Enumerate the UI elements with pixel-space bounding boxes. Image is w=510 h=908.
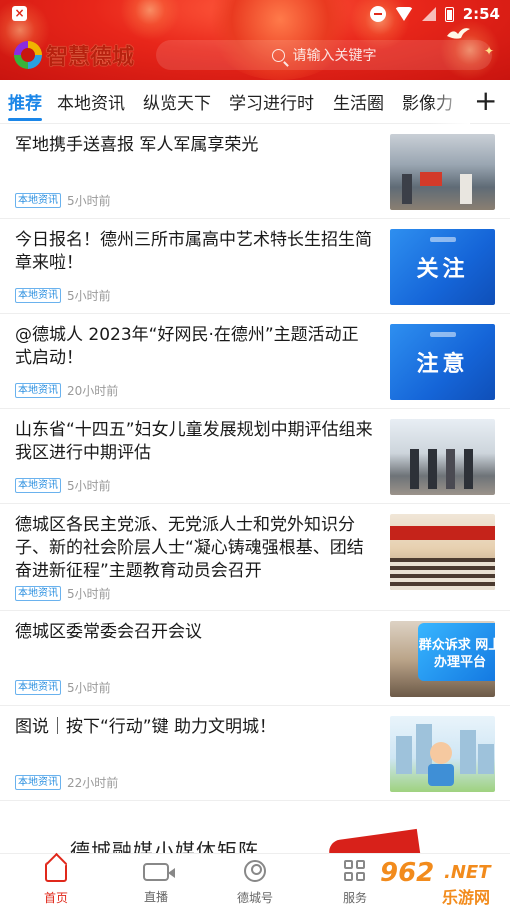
search-icon — [271, 48, 285, 62]
news-meta: 本地资讯 5小时前 — [15, 192, 111, 209]
news-title: 军地携手送喜报 军人军属享荣光 — [15, 135, 259, 155]
tab-world-view[interactable]: 纵览天下 — [143, 89, 211, 114]
nav-label: 首页 — [43, 891, 68, 905]
news-item[interactable]: 今日报名！德州三所市属高中艺术特长生招生简章来啦！ 本地资讯 5小时前 关注 — [0, 219, 510, 314]
category-tag: 本地资讯 — [15, 288, 61, 303]
category-tag: 本地资讯 — [15, 478, 61, 493]
news-thumbnail: 注意 — [390, 324, 495, 400]
ad-graphic — [327, 828, 423, 853]
news-title: 图说｜按下“行动”键 助力文明城！ — [15, 717, 277, 737]
nav-label: 直播 — [143, 890, 168, 904]
ad-banner[interactable]: 德城融媒小媒体矩阵 — [0, 805, 510, 853]
news-thumbnail — [390, 514, 495, 590]
category-tag: 本地资讯 — [15, 383, 61, 398]
news-thumbnail: 群众诉求 网上办理平台 — [390, 621, 495, 697]
category-tag: 本地资讯 — [15, 775, 61, 790]
news-item[interactable]: 德城区委常委会召开会议 本地资讯 5小时前 群众诉求 网上办理平台 — [0, 611, 510, 706]
publish-time: 5小时前 — [67, 194, 111, 208]
watermark-net: .NET — [444, 862, 491, 883]
publish-time: 5小时前 — [67, 681, 111, 695]
active-tab-indicator — [8, 118, 42, 121]
nav-account[interactable]: 德城号 — [215, 860, 295, 906]
news-meta: 本地资讯 5小时前 — [15, 679, 111, 696]
grid-icon — [344, 860, 366, 882]
status-bar: × 2:54 — [0, 0, 510, 28]
status-clock: 2:54 — [462, 5, 500, 23]
news-meta: 本地资讯 5小时前 — [15, 585, 111, 602]
thumbnail-text: 关注 — [416, 257, 469, 282]
news-meta: 本地资讯 5小时前 — [15, 287, 111, 304]
thumbnail-badge: 群众诉求 网上办理平台 — [418, 623, 495, 681]
app-logo[interactable]: 智慧德城 — [14, 38, 134, 72]
add-channel-button[interactable]: + — [474, 84, 497, 118]
dove-icon — [447, 28, 470, 39]
news-thumbnail: 关注 — [390, 229, 495, 305]
video-icon — [143, 863, 175, 881]
news-item[interactable]: @德城人 2023年“好网民·在德州”主题活动正式启动！ 本地资讯 20小时前 … — [0, 314, 510, 409]
logo-mark-icon — [14, 41, 42, 69]
star-icon: ✦ — [484, 44, 495, 58]
site-watermark: 962 .NET 乐游网 — [376, 858, 510, 908]
tab-life-circle[interactable]: 生活圈 — [333, 89, 384, 114]
category-tag: 本地资讯 — [15, 193, 61, 208]
ad-text: 德城融媒小媒体矩阵 — [70, 839, 259, 853]
person-icon — [244, 860, 266, 882]
news-meta: 本地资讯 22小时前 — [15, 774, 118, 791]
thumbnail-text: 注意 — [416, 352, 469, 377]
news-thumbnail — [390, 134, 495, 210]
publish-time: 5小时前 — [67, 289, 111, 303]
app-screen: × 2:54 智慧德城 请输入关键字 ✦ 推荐 本地资讯 纵览天下 学习进行时 — [0, 0, 510, 908]
news-title: 德城区委常委会召开会议 — [15, 622, 202, 642]
wifi-icon — [394, 7, 413, 21]
tab-study[interactable]: 学习进行时 — [229, 89, 314, 114]
publish-time: 22小时前 — [67, 776, 119, 790]
news-meta: 本地资讯 20小时前 — [15, 382, 118, 399]
nav-home[interactable]: 首页 — [16, 860, 96, 906]
search-placeholder: 请输入关键字 — [292, 48, 377, 64]
home-icon — [45, 862, 67, 882]
news-item[interactable]: 德城区各民主党派、无党派人士和党外知识分子、新的社会阶层人士“凝心铸魂强根基、团… — [0, 504, 510, 611]
tab-recommend[interactable]: 推荐 — [8, 89, 42, 114]
news-meta: 本地资讯 5小时前 — [15, 477, 111, 494]
battery-icon — [444, 6, 454, 22]
notification-icon: × — [12, 6, 27, 21]
publish-time: 5小时前 — [67, 587, 111, 601]
news-thumbnail — [390, 419, 495, 495]
news-title: 山东省“十四五”妇女儿童发展规划中期评估组来我区进行中期评估 — [15, 420, 373, 463]
search-input[interactable]: 请输入关键字 — [156, 40, 492, 70]
category-tag: 本地资讯 — [15, 586, 61, 601]
news-title: 德城区各民主党派、无党派人士和党外知识分子、新的社会阶层人士“凝心铸魂强根基、团… — [15, 515, 364, 581]
nav-label: 德城号 — [236, 891, 273, 905]
cell-signal-icon — [421, 7, 436, 21]
status-icons: 2:54 — [369, 4, 500, 24]
news-thumbnail — [390, 716, 495, 792]
watermark-number: 962 — [380, 858, 435, 888]
tabs-fade-overlay — [430, 80, 470, 124]
tab-local-news[interactable]: 本地资讯 — [57, 89, 125, 114]
do-not-disturb-icon — [369, 6, 386, 22]
news-title: @德城人 2023年“好网民·在德州”主题活动正式启动！ — [15, 325, 359, 368]
news-item[interactable]: 山东省“十四五”妇女儿童发展规划中期评估组来我区进行中期评估 本地资讯 5小时前 — [0, 409, 510, 504]
publish-time: 5小时前 — [67, 479, 111, 493]
news-item[interactable]: 图说｜按下“行动”键 助力文明城！ 本地资讯 22小时前 — [0, 706, 510, 801]
channel-tabs: 推荐 本地资讯 纵览天下 学习进行时 生活圈 影像力 + — [0, 80, 510, 124]
category-tag: 本地资讯 — [15, 680, 61, 695]
news-item[interactable]: 军地携手送喜报 军人军属享荣光 本地资讯 5小时前 — [0, 124, 510, 219]
app-header: × 2:54 智慧德城 请输入关键字 ✦ — [0, 0, 510, 80]
news-title: 今日报名！德州三所市属高中艺术特长生招生简章来啦！ — [15, 230, 372, 273]
watermark-name: 乐游网 — [442, 888, 491, 907]
nav-live[interactable]: 直播 — [116, 860, 196, 905]
publish-time: 20小时前 — [67, 384, 119, 398]
logo-text: 智慧德城 — [46, 44, 135, 70]
